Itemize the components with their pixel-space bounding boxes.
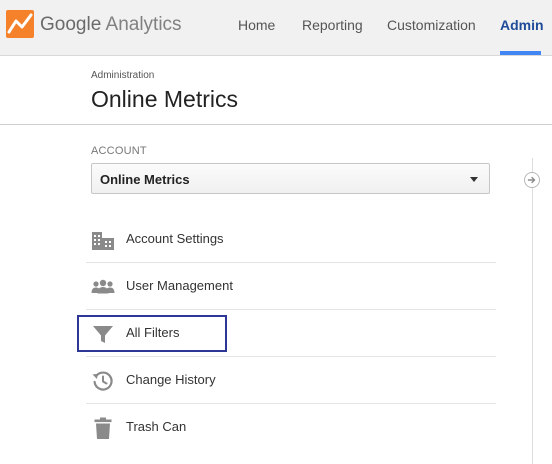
menu-item-label: User Management: [126, 278, 233, 293]
flow-connector-line: [532, 158, 533, 464]
brand-product: Analytics: [105, 14, 182, 35]
page-title: Online Metrics: [91, 86, 238, 112]
account-dropdown-value: Online Metrics: [100, 172, 190, 187]
menu-item-change-history[interactable]: Change History: [91, 357, 495, 404]
menu-item-trash-can[interactable]: Trash Can: [91, 404, 495, 451]
users-icon: [91, 279, 115, 294]
arrow-right-circle-icon[interactable]: [524, 172, 540, 188]
building-icon: [92, 232, 114, 250]
title-divider: [0, 124, 552, 125]
brand-name[interactable]: Google Analytics: [40, 14, 182, 36]
account-section-label: ACCOUNT: [91, 145, 147, 157]
nav-home[interactable]: Home: [238, 17, 275, 33]
menu-item-user-management[interactable]: User Management: [91, 263, 495, 310]
highlight-box: [77, 315, 227, 352]
analytics-logo-icon[interactable]: [6, 10, 34, 38]
trash-icon: [94, 417, 112, 439]
nav-customization[interactable]: Customization: [387, 17, 476, 33]
menu-item-label: Change History: [126, 372, 216, 387]
menu-item-account-settings[interactable]: Account Settings: [91, 216, 495, 263]
menu-item-label: Trash Can: [126, 419, 187, 434]
account-dropdown[interactable]: Online Metrics: [91, 163, 490, 194]
chevron-down-icon: [470, 177, 478, 182]
breadcrumb[interactable]: Administration: [91, 70, 154, 82]
top-bar: Google Analytics Home Reporting Customiz…: [0, 0, 552, 56]
nav-reporting[interactable]: Reporting: [302, 17, 363, 33]
menu-item-label: Account Settings: [126, 231, 224, 246]
brand-google: Google: [40, 14, 102, 35]
active-tab-indicator: [500, 51, 541, 55]
nav-admin[interactable]: Admin: [500, 17, 544, 33]
history-icon: [92, 371, 113, 391]
